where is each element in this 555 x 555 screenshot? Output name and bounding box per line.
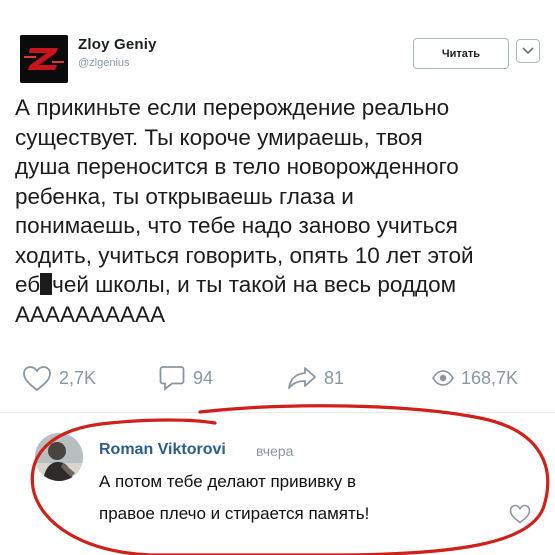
user-photo-icon bbox=[35, 433, 83, 481]
author-handle[interactable]: @zlgenius bbox=[78, 57, 130, 69]
follow-button[interactable]: Читать bbox=[413, 38, 509, 69]
like-count: 2,7K bbox=[59, 367, 97, 388]
like-button[interactable]: 2,7K bbox=[22, 360, 96, 396]
reply-button[interactable]: 94 bbox=[158, 360, 213, 396]
z-logo-icon bbox=[20, 35, 68, 83]
tweet-text-line: А прикиньте если перерождение реально bbox=[15, 95, 450, 120]
tweet-text-line: ребенка, ты открываешь глаза и bbox=[15, 183, 354, 209]
author-name[interactable]: Zloy Geniy bbox=[78, 36, 157, 53]
heart-icon bbox=[23, 365, 51, 391]
tweet-actions: 2,7K 94 81 168,7K bbox=[0, 360, 555, 396]
tweet-text-line: еб чей школы, и ты такой на весь роддом bbox=[15, 270, 545, 300]
views-count: 168,7K bbox=[461, 367, 519, 388]
comment-text-line: А потом тебе делают прививку в bbox=[99, 472, 357, 491]
tweet-text-fragment: чей школы, и ты такой на весь роддом bbox=[52, 272, 457, 297]
share-arrow-icon bbox=[288, 367, 316, 389]
comment-like-button[interactable] bbox=[509, 504, 531, 524]
more-options-button[interactable] bbox=[516, 39, 540, 63]
reply-icon bbox=[159, 366, 185, 391]
share-count: 81 bbox=[324, 367, 345, 388]
tweet-text-line: существует. Ты короче умираешь, твоя bbox=[15, 124, 423, 150]
reply-count: 94 bbox=[193, 367, 214, 388]
comment-text: А потом тебе делают прививку в правое пл… bbox=[99, 466, 519, 530]
commenter-avatar[interactable] bbox=[35, 433, 83, 481]
views-counter: 168,7K bbox=[432, 360, 518, 396]
tweet-text-fragment: еб bbox=[15, 272, 41, 297]
tweet-text-line: понимаешь, что тебе надо заново учиться bbox=[15, 213, 458, 238]
tweet-text-line: ходить, учиться говорить, опять 10 лет э… bbox=[15, 242, 474, 268]
comment-card: Roman Viktorovi вчера А потом тебе делаю… bbox=[0, 413, 555, 555]
comment-time: вчера bbox=[256, 443, 294, 459]
commenter-name[interactable]: Roman Viktorovi bbox=[99, 441, 226, 459]
tweet-card: Zloy Geniy @zlgenius Читать А прикиньте … bbox=[0, 0, 555, 412]
comment-text-line: правое плечо и стирается память! bbox=[99, 504, 370, 523]
censor-block bbox=[40, 273, 53, 295]
author-avatar[interactable] bbox=[20, 35, 68, 83]
chevron-down-icon bbox=[522, 47, 534, 55]
tweet-text-line: АААААААААА bbox=[15, 301, 166, 327]
tweet-text-line: душа переносится в тело новорожденного bbox=[15, 154, 459, 179]
tweet-text: А прикиньте если перерождение реально су… bbox=[15, 93, 545, 329]
eye-icon bbox=[432, 370, 454, 386]
share-button[interactable]: 81 bbox=[287, 360, 344, 396]
heart-icon bbox=[509, 504, 531, 524]
